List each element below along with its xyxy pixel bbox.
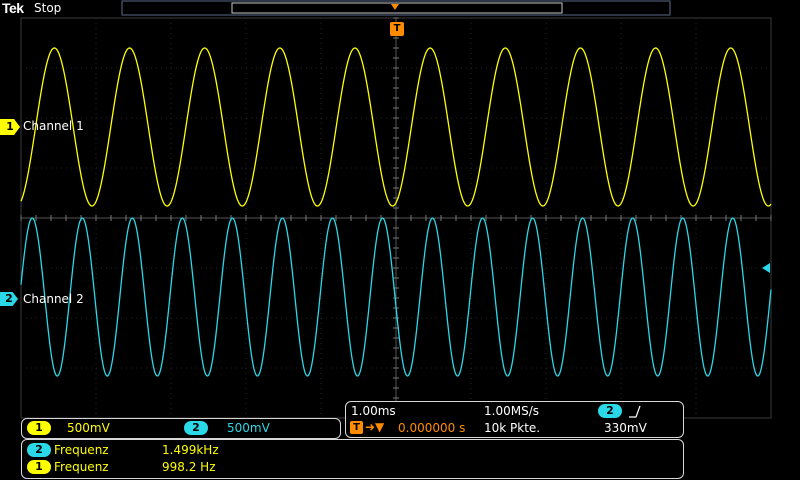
acquisition-state: Stop — [34, 1, 62, 15]
trigger-source-badge[interactable]: 2 — [598, 404, 622, 418]
measurement-name: Frequenz — [54, 443, 109, 457]
vertical-scale-readout[interactable]: 1 500mV 2 500mV — [21, 418, 341, 439]
trigger-position-marker[interactable]: T — [390, 22, 404, 36]
measurement-value: 998.2 Hz — [162, 460, 216, 474]
measurement-channel-badge: 2 — [27, 443, 51, 457]
measurement-row: 2 Frequenz 1.499kHz — [22, 442, 683, 458]
record-length: 10k Pkte. — [484, 421, 541, 435]
horizontal-trigger-readout[interactable]: 1.00ms 1.00MS/s 2 T ➜▼ 0.000000 s 10k Pk… — [345, 401, 684, 438]
measurement-value: 1.499kHz — [162, 443, 219, 457]
channel-1-label: Channel 1 — [23, 119, 84, 133]
channel-1-badge[interactable]: 1 — [27, 421, 51, 435]
measurement-channel-badge: 1 — [27, 460, 51, 474]
measurements-panel[interactable]: 2 Frequenz 1.499kHz 1 Frequenz 998.2 Hz — [21, 439, 684, 479]
horizontal-scale: 1.00ms — [351, 404, 396, 418]
brand-logo: Tek — [2, 0, 24, 16]
measurement-row: 1 Frequenz 998.2 Hz — [22, 459, 683, 475]
channel-2-badge[interactable]: 2 — [184, 421, 208, 435]
trigger-icon: T — [350, 421, 363, 434]
sample-rate: 1.00MS/s — [484, 404, 539, 418]
trigger-level: 330mV — [604, 421, 647, 435]
channel-2-scale: 500mV — [227, 421, 270, 435]
trigger-level-marker[interactable] — [762, 263, 770, 273]
trigger-arrow-icon: ➜▼ — [365, 420, 385, 434]
channel-2-label: Channel 2 — [23, 292, 84, 306]
channel-1-scale: 500mV — [67, 421, 110, 435]
measurement-name: Frequenz — [54, 460, 109, 474]
top-status-bar: Tek Stop — [0, 0, 800, 18]
trigger-position: 0.000000 s — [398, 421, 466, 435]
rising-edge-icon — [629, 405, 641, 418]
